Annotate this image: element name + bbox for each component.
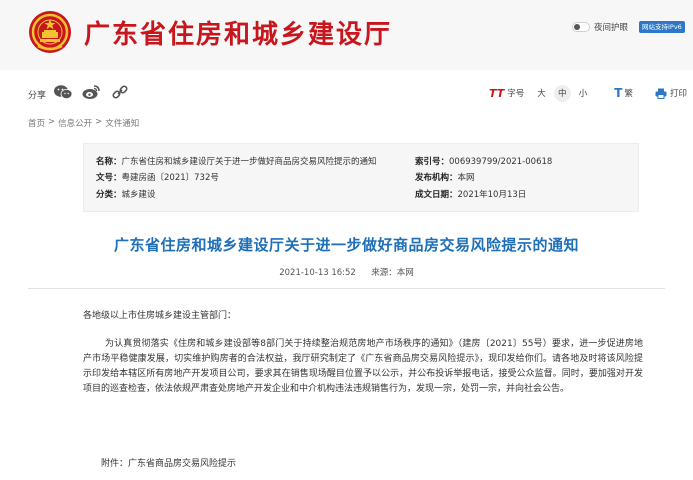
meta-doc-no: 文号：粤建房函〔2021〕732号 bbox=[96, 171, 219, 183]
site-title[interactable]: 广东省住房和城乡建设厅 bbox=[84, 14, 392, 51]
meta-date: 成文日期：2021年10月13日 bbox=[415, 188, 526, 200]
article-toolbar: 分享 TT 字号 大 中 小 T 繁 打印 bbox=[0, 80, 693, 106]
meta-category-label: 分类： bbox=[96, 190, 122, 200]
breadcrumb-separator: > bbox=[48, 117, 56, 127]
traditional-chinese-button[interactable]: T 繁 bbox=[614, 86, 633, 100]
article-source: 来源：本网 bbox=[371, 268, 414, 278]
meta-issuer-value: 本网 bbox=[457, 173, 475, 183]
font-size-icon: TT bbox=[488, 86, 505, 100]
link-icon[interactable] bbox=[110, 83, 130, 101]
meta-doc-no-value: 粤建房函〔2021〕732号 bbox=[121, 173, 219, 183]
reading-tools: TT 字号 大 中 小 T 繁 打印 bbox=[489, 84, 687, 102]
national-emblem-icon[interactable] bbox=[28, 10, 72, 54]
printer-icon bbox=[655, 88, 667, 99]
night-mode-label: 夜间护眼 bbox=[594, 23, 629, 33]
traditional-label: 繁 bbox=[624, 89, 633, 99]
traditional-icon: T bbox=[614, 86, 623, 100]
breadcrumb: 首页 > 信息公开 > 文件通知 bbox=[28, 117, 139, 129]
toggle-knob bbox=[574, 24, 580, 30]
meta-name: 名称：广东省住房和城乡建设厅关于进一步做好商品房交易风险提示的通知 bbox=[96, 155, 377, 167]
font-size-label: 字号 bbox=[507, 89, 525, 99]
site-header: 广东省住房和城乡建设厅 夜间护眼 网站支持IPv6 bbox=[0, 0, 693, 70]
font-size-medium[interactable]: 中 bbox=[553, 84, 571, 102]
article-title: 广东省住房和城乡建设厅关于进一步做好商品房交易风险提示的通知 bbox=[113, 236, 579, 254]
article-attachment[interactable]: 附件：广东省商品房交易风险提示 bbox=[101, 457, 661, 472]
document-meta-box: 名称：广东省住房和城乡建设厅关于进一步做好商品房交易风险提示的通知 文号：粤建房… bbox=[83, 143, 639, 212]
meta-index-label: 索引号： bbox=[415, 157, 450, 167]
breadcrumb-home[interactable]: 首页 bbox=[28, 117, 45, 129]
meta-index-value: 006939799/2021-00618 bbox=[449, 157, 553, 167]
meta-index: 索引号：006939799/2021-00618 bbox=[415, 155, 552, 167]
publish-time: 2021-10-13 16:52 bbox=[279, 268, 356, 278]
article-salutation: 各地级以上市住房城乡建设主管部门： bbox=[83, 311, 237, 321]
font-size-small[interactable]: 小 bbox=[579, 87, 588, 99]
title-divider bbox=[28, 288, 665, 289]
meta-category-value: 城乡建设 bbox=[121, 190, 156, 200]
article-paragraph: 为认真贯彻落实《住房和城乡建设部等8部门关于持续整治规范房地产市场秩序的通知》（… bbox=[83, 339, 643, 394]
meta-name-value: 广东省住房和城乡建设厅关于进一步做好商品房交易风险提示的通知 bbox=[121, 157, 377, 167]
ipv6-badge: 网站支持IPv6 bbox=[639, 21, 685, 33]
meta-name-label: 名称： bbox=[96, 157, 122, 167]
breadcrumb-separator: > bbox=[95, 117, 103, 127]
night-mode-toggle[interactable]: 夜间护眼 bbox=[572, 20, 628, 34]
meta-issuer: 发布机构：本网 bbox=[415, 171, 475, 183]
weibo-icon[interactable] bbox=[81, 83, 101, 101]
toggle-switch[interactable] bbox=[572, 22, 590, 32]
meta-issuer-label: 发布机构： bbox=[415, 173, 458, 183]
font-size-large[interactable]: 大 bbox=[537, 87, 546, 99]
breadcrumb-file-notice[interactable]: 文件通知 bbox=[105, 117, 139, 129]
wechat-icon[interactable] bbox=[53, 83, 73, 101]
meta-date-value: 2021年10月13日 bbox=[457, 190, 527, 200]
meta-category: 分类：城乡建设 bbox=[96, 188, 156, 200]
breadcrumb-info-public[interactable]: 信息公开 bbox=[58, 117, 92, 129]
meta-date-label: 成文日期： bbox=[415, 190, 458, 200]
meta-doc-no-label: 文号： bbox=[96, 173, 122, 183]
font-size-tool: TT 字号 大 中 小 bbox=[488, 84, 592, 102]
print-button[interactable]: 打印 bbox=[655, 87, 687, 99]
article-meta: 2021-10-13 16:52 来源：本网 bbox=[0, 266, 693, 278]
share-label: 分享 bbox=[28, 91, 47, 101]
print-label: 打印 bbox=[669, 89, 687, 99]
